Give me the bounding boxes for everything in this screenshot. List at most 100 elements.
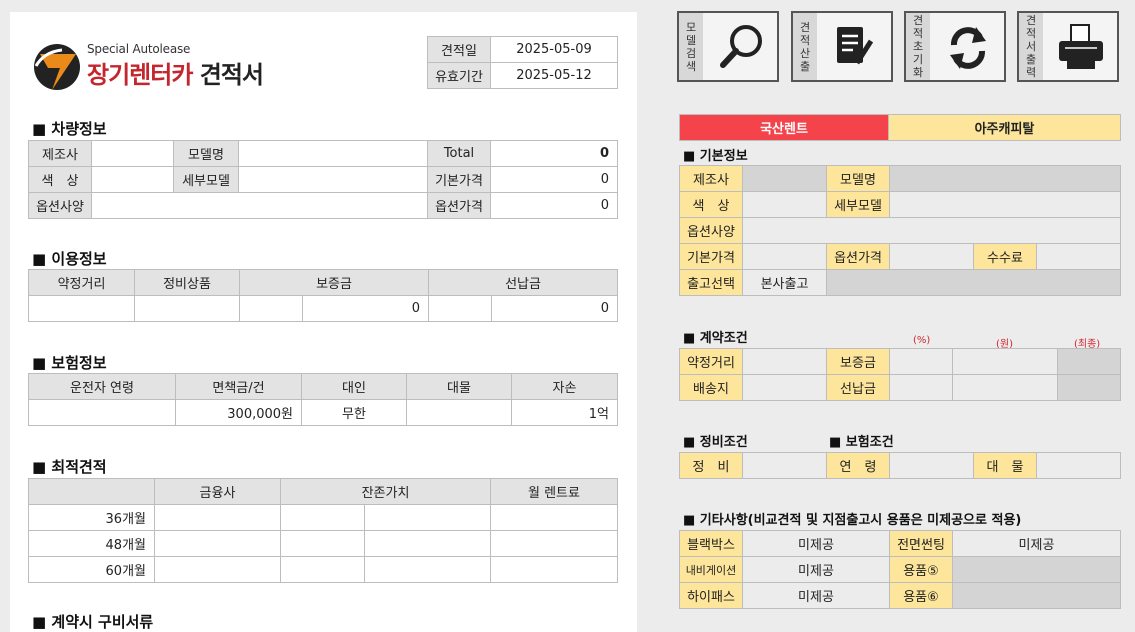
self-injury-value: 1억: [511, 399, 618, 426]
maintenance-label: 정 비: [679, 452, 743, 479]
basic-manufacturer-select[interactable]: [742, 165, 827, 192]
prepay-value: 0: [491, 295, 619, 322]
base-price-label: 기본가격: [427, 166, 491, 193]
quote-print-label: 견적서출력: [1019, 13, 1043, 80]
table-row: 하이패스 미제공 용품⑥: [679, 582, 1121, 609]
table-row: 48개월: [28, 530, 618, 557]
etc-title: ■ 기타사항(비교견적 및 지점출고시 용품은 미제공으로 적용): [683, 513, 1022, 528]
submodel-label: 세부모델: [173, 166, 239, 193]
residual-value-cell: [364, 556, 491, 583]
tinting-select[interactable]: 미제공: [952, 530, 1121, 557]
basic-fee-label: 수수료: [973, 243, 1037, 270]
best-header: 잔존가치: [280, 478, 491, 505]
blackbox-select[interactable]: 미제공: [742, 530, 890, 557]
usage-header: 선납금: [428, 269, 619, 296]
basic-base-price-label: 기본가격: [679, 243, 743, 270]
contract-table: 약정거리 보증금 배송지 선납금: [679, 348, 1121, 401]
options-value[interactable]: [91, 192, 428, 219]
title-black: 견적서: [192, 61, 264, 89]
quote-print-button[interactable]: 견적서출력: [1017, 11, 1119, 82]
usage-header: 약정거리: [28, 269, 135, 296]
basic-options-input[interactable]: [742, 217, 1121, 244]
basic-delivery-select[interactable]: 본사출고: [742, 269, 827, 296]
manufacturer-value[interactable]: [91, 140, 174, 167]
best-header: 월 렌트료: [490, 478, 618, 505]
best-quote-table: 금융사 잔존가치 월 렌트료 36개월 48개월 60개월: [28, 478, 618, 583]
tab-domestic-rent[interactable]: 국산렌트: [679, 114, 889, 141]
basic-submodel-label: 세부모델: [826, 191, 890, 218]
model-value[interactable]: [238, 140, 428, 167]
blackbox-label: 블랙박스: [679, 530, 743, 557]
model-search-label: 모델검색: [679, 13, 703, 80]
basic-base-price-input[interactable]: [742, 243, 827, 270]
maintenance-product-cell[interactable]: [134, 295, 240, 322]
insurance-conditions-title: ■ 보험조건: [829, 435, 894, 450]
prepay-percent-input[interactable]: [889, 374, 953, 401]
valid-until-label: 유효기간: [427, 62, 491, 89]
deposit-percent-input[interactable]: [889, 348, 953, 375]
autolease-logo: [34, 44, 80, 90]
basic-color-input[interactable]: [742, 191, 827, 218]
driver-age-value[interactable]: [28, 399, 176, 426]
tab-aju-capital[interactable]: 아주캐피탈: [888, 114, 1121, 141]
item6-select[interactable]: [952, 582, 1121, 609]
basic-model-select[interactable]: [889, 165, 1121, 192]
basic-option-price-label: 옵션가격: [826, 243, 890, 270]
basic-manufacturer-label: 제조사: [679, 165, 743, 192]
finance-cell: [154, 504, 281, 531]
hipass-select[interactable]: 미제공: [742, 582, 890, 609]
submodel-value[interactable]: [238, 166, 428, 193]
color-value[interactable]: [91, 166, 174, 193]
quote-reset-button[interactable]: 견적초기화: [904, 11, 1006, 82]
table-row: 내비게이션 미제공 용품⑤: [679, 556, 1121, 583]
item6-label: 용품⑥: [889, 582, 953, 609]
property-label: 대 물: [973, 452, 1037, 479]
quote-date-label: 견적일: [427, 36, 491, 63]
quote-calc-button[interactable]: 견적산출: [791, 11, 893, 82]
insurance-header: 운전자 연령: [28, 373, 176, 400]
residual-rate-cell: [280, 530, 365, 557]
usage-header: 정비상품: [134, 269, 240, 296]
basic-fee-input[interactable]: [1036, 243, 1121, 270]
basic-submodel-input[interactable]: [889, 191, 1121, 218]
property-select[interactable]: [1036, 452, 1121, 479]
deposit-rate-cell[interactable]: [239, 295, 303, 322]
monthly-rent-cell: [490, 504, 618, 531]
manufacturer-label: 제조사: [28, 140, 92, 167]
model-search-button[interactable]: 모델검색: [677, 11, 779, 82]
documents-section-title: ■ 계약시 구비서류: [32, 613, 154, 631]
deposit-won-input[interactable]: [952, 348, 1058, 375]
logo-subtitle: Special Autolease: [87, 42, 191, 56]
monthly-rent-cell: [490, 556, 618, 583]
basic-options-label: 옵션사양: [679, 217, 743, 244]
contract-title: ■ 계약조건: [683, 331, 748, 346]
prepay-rate-cell[interactable]: [428, 295, 493, 322]
contract-distance-cell[interactable]: [28, 295, 135, 322]
basic-model-label: 모델명: [826, 165, 890, 192]
contract-shipping-select[interactable]: [742, 374, 827, 401]
table-row: 36개월: [28, 504, 618, 531]
insurance-table: 운전자 연령 면책금/건 대인 대물 자손 300,000원 무한 1억: [28, 373, 618, 426]
navigation-select[interactable]: 미제공: [742, 556, 890, 583]
finance-cell: [154, 556, 281, 583]
prepay-won-input[interactable]: [952, 374, 1058, 401]
document-edit-icon: [837, 27, 874, 65]
basic-delivery-label: 출고선택: [679, 269, 743, 296]
bodily-injury-value: 무한: [301, 399, 407, 426]
basic-option-price-input[interactable]: [889, 243, 974, 270]
age-select[interactable]: [889, 452, 974, 479]
contract-distance-label: 약정거리: [679, 348, 743, 375]
usage-section-title: ■ 이용정보: [32, 250, 107, 268]
insurance-header: 대인: [301, 373, 407, 400]
maintenance-title: ■ 정비조건: [683, 435, 748, 450]
contract-shipping-label: 배송지: [679, 374, 743, 401]
maintenance-select[interactable]: [742, 452, 827, 479]
option-price-value: 0: [490, 192, 618, 219]
contract-distance-select[interactable]: [742, 348, 827, 375]
item5-select[interactable]: [952, 556, 1121, 583]
vehicle-section-title: ■ 차량정보: [32, 120, 107, 138]
deductible-value: 300,000원: [175, 399, 302, 426]
basic-info-table: 제조사 모델명 색 상 세부모델 옵션사양 기본가격 옵션가격 수수료 출고선택 본사출고: [679, 165, 1121, 296]
valid-until-value[interactable]: 2025-05-12: [490, 62, 618, 89]
quote-date-value[interactable]: 2025-05-09: [490, 36, 618, 63]
